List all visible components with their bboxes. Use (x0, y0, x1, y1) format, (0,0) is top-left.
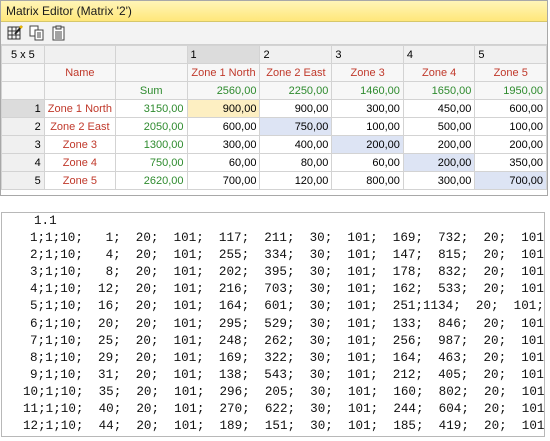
text-line: 6;1;10; 20; 20; 101; 295; 529; 30; 101; … (30, 316, 545, 331)
column-header-2[interactable]: 2 (259, 45, 333, 64)
column-name: Zone 2 East (259, 63, 333, 82)
blank-header (114, 45, 188, 64)
matrix-cell[interactable]: 800,00 (331, 171, 404, 190)
row-name: Zone 2 East (43, 117, 116, 136)
row-name: Zone 4 (43, 153, 116, 172)
matrix-cell[interactable]: 100,00 (331, 117, 404, 136)
blank-cell (114, 63, 188, 82)
matrix-cell[interactable]: 700,00 (186, 171, 261, 190)
matrix-wizard-icon[interactable] (7, 25, 23, 41)
sum-column-header: Sum (114, 81, 188, 100)
matrix-cell[interactable]: 300,00 (402, 171, 476, 190)
row-sum: 750,00 (114, 153, 188, 172)
column-header-1[interactable]: 1 (186, 45, 261, 64)
text-line: 12;1;10; 44; 20; 101; 189; 151; 30; 101;… (23, 419, 545, 434)
column-header-5[interactable]: 5 (474, 45, 547, 64)
matrix-cell[interactable]: 300,00 (331, 99, 404, 118)
column-header-4[interactable]: 4 (402, 45, 476, 64)
matrix-row: 2 Zone 2 East 2050,00 600,00 750,00 100,… (1, 117, 547, 136)
blank-cell (1, 63, 45, 82)
row-sum: 3150,00 (114, 99, 188, 118)
matrix-cell[interactable]: 200,00 (474, 135, 547, 154)
matrix-text-panel[interactable]: 1.1 1;1;10; 1; 20; 101; 117; 211; 30; 10… (1, 212, 545, 437)
matrix-size-label: 5 x 5 (1, 45, 45, 64)
name-column-header: Name (43, 63, 116, 82)
matrix-row: 5 Zone 5 2620,00 700,00 120,00 800,00 30… (1, 171, 547, 190)
text-line: 11;1;10; 40; 20; 101; 270; 622; 30; 101;… (23, 402, 545, 417)
matrix-cell[interactable]: 80,00 (259, 153, 333, 172)
row-header-3[interactable]: 3 (1, 135, 45, 154)
column-sum: 2250,00 (259, 81, 333, 100)
matrix-cell[interactable]: 500,00 (402, 117, 476, 136)
column-name: Zone 5 (474, 63, 547, 82)
matrix-cell[interactable]: 300,00 (186, 135, 261, 154)
column-name: Zone 3 (331, 63, 404, 82)
blank-cell (43, 81, 116, 100)
row-name: Zone 5 (43, 171, 116, 190)
matrix-cell-diagonal[interactable]: 750,00 (259, 117, 333, 136)
column-sum: 2560,00 (186, 81, 261, 100)
matrix-cell[interactable]: 60,00 (186, 153, 261, 172)
matrix-cell[interactable]: 900,00 (259, 99, 333, 118)
matrix-cell[interactable]: 60,00 (331, 153, 404, 172)
matrix-grid: 5 x 5 1 2 3 4 5 Name Zone 1 North Zone 2… (1, 45, 547, 190)
text-line: 8;1;10; 29; 20; 101; 169; 322; 30; 101; … (30, 350, 545, 365)
row-sum: 2620,00 (114, 171, 188, 190)
row-name: Zone 1 North (43, 99, 116, 118)
matrix-cell[interactable]: 100,00 (474, 117, 547, 136)
row-header-2[interactable]: 2 (1, 117, 45, 136)
text-line: 4;1;10; 12; 20; 101; 216; 703; 30; 101; … (30, 282, 545, 297)
column-sum-row: Sum 2560,00 2250,00 1460,00 1650,00 1950… (1, 81, 547, 100)
column-name-row: Name Zone 1 North Zone 2 East Zone 3 Zon… (1, 63, 547, 82)
row-sum: 1300,00 (114, 135, 188, 154)
row-header-4[interactable]: 4 (1, 153, 45, 172)
column-name: Zone 1 North (186, 63, 261, 82)
text-line: 7;1;10; 25; 20; 101; 248; 262; 30; 101; … (30, 333, 545, 348)
column-sum: 1950,00 (474, 81, 547, 100)
column-number-row: 5 x 5 1 2 3 4 5 (1, 45, 547, 64)
row-header-1[interactable]: 1 (1, 99, 45, 118)
blank-header (43, 45, 116, 64)
matrix-cell[interactable]: 600,00 (474, 99, 547, 118)
matrix-cell[interactable]: 120,00 (259, 171, 333, 190)
text-line: 10;1;10; 35; 20; 101; 296; 205; 30; 101;… (23, 384, 545, 399)
matrix-cell-diagonal[interactable]: 200,00 (331, 135, 404, 154)
column-name: Zone 4 (402, 63, 476, 82)
text-line: 2;1;10; 4; 20; 101; 255; 334; 30; 101; 1… (30, 248, 545, 263)
matrix-row: 4 Zone 4 750,00 60,00 80,00 60,00 200,00… (1, 153, 547, 172)
matrix-cell[interactable]: 200,00 (402, 135, 476, 154)
matrix-cell-active[interactable]: 900,00 (186, 99, 261, 118)
column-header-3[interactable]: 3 (331, 45, 404, 64)
row-name: Zone 3 (43, 135, 116, 154)
matrix-cell[interactable]: 600,00 (186, 117, 261, 136)
text-line: 1;1;10; 1; 20; 101; 117; 211; 30; 101; 1… (30, 231, 545, 246)
blank-cell (1, 81, 45, 100)
text-line: 9;1;10; 31; 20; 101; 138; 543; 30; 101; … (30, 367, 545, 382)
paste-icon[interactable] (51, 25, 67, 41)
window-title: Matrix Editor (Matrix '2') (1, 1, 547, 22)
matrix-row: 1 Zone 1 North 3150,00 900,00 900,00 300… (1, 99, 547, 118)
matrix-cell[interactable]: 350,00 (474, 153, 547, 172)
column-sum: 1460,00 (331, 81, 404, 100)
matrix-cell[interactable]: 400,00 (259, 135, 333, 154)
text-header: 1.1 (34, 214, 57, 228)
matrix-cell[interactable]: 450,00 (402, 99, 476, 118)
matrix-editor-window: Matrix Editor (Matrix '2') 5 x 5 1 2 3 4… (0, 0, 548, 196)
text-line: 5;1;10; 16; 20; 101; 164; 601; 30; 101; … (30, 299, 545, 314)
row-header-5[interactable]: 5 (1, 171, 45, 190)
copy-icon[interactable] (29, 25, 45, 41)
toolbar (1, 22, 547, 45)
matrix-cell-diagonal[interactable]: 700,00 (474, 171, 547, 190)
matrix-row: 3 Zone 3 1300,00 300,00 400,00 200,00 20… (1, 135, 547, 154)
column-sum: 1650,00 (402, 81, 476, 100)
text-line: 3;1;10; 8; 20; 101; 202; 395; 30; 101; 1… (30, 265, 545, 280)
row-sum: 2050,00 (114, 117, 188, 136)
matrix-cell-diagonal[interactable]: 200,00 (402, 153, 476, 172)
